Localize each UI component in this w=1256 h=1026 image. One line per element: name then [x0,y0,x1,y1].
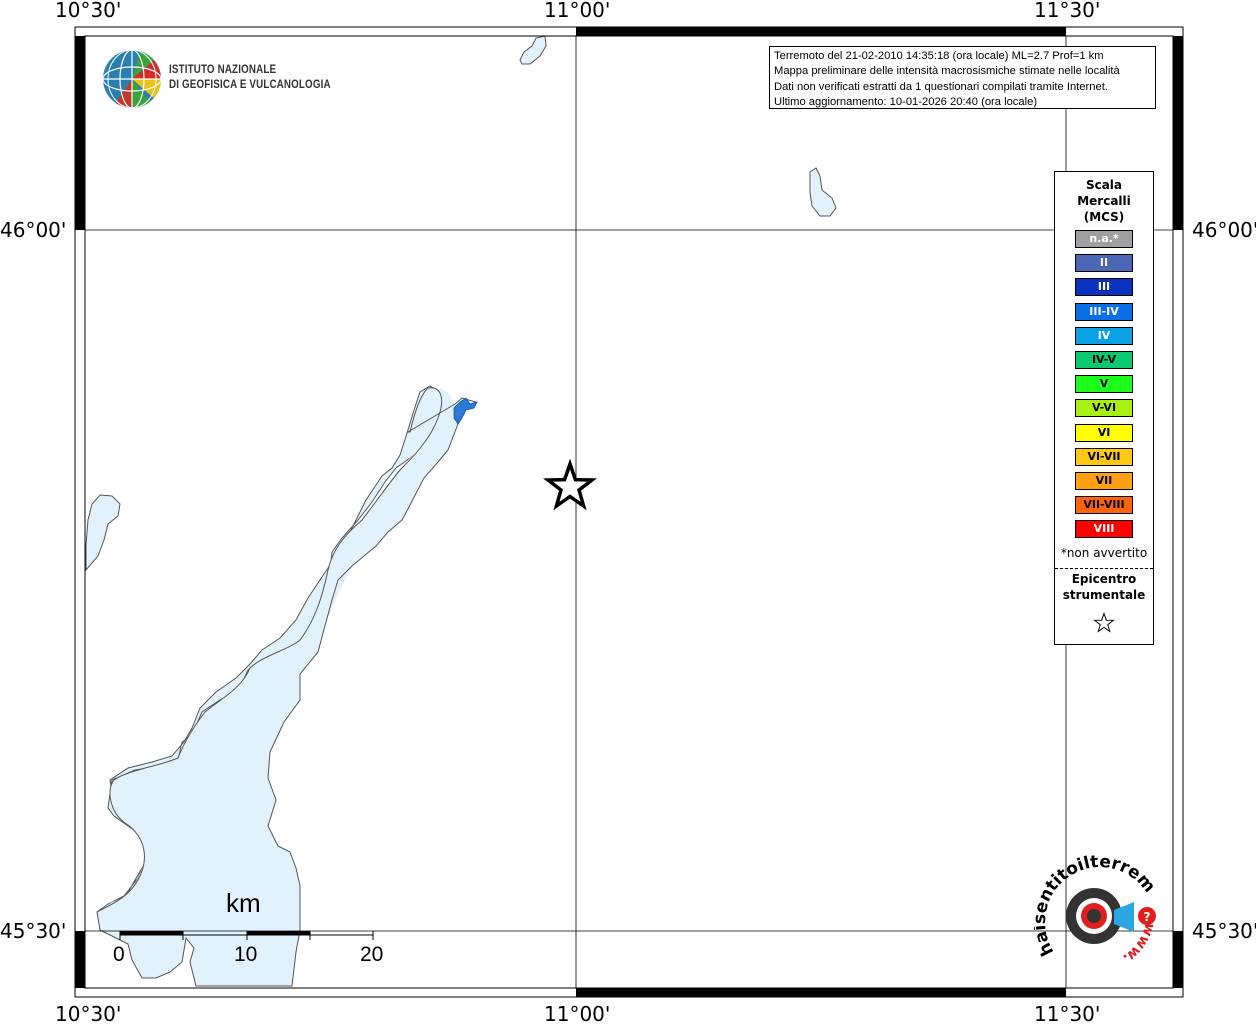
event-info-line1: Terremoto del 21-02-2010 14:35:18 (ora l… [774,50,1104,62]
event-info-line4: Ultimo aggiornamento: 10-01-2026 20:40 (… [774,96,1038,109]
legend-swatch: IV [1075,326,1133,345]
scale-label-20: 20 [360,943,384,966]
top-label-1130: 11°30' [1034,0,1101,22]
mcs-legend: Scala Mercalli (MCS) n.a.* II III III-IV IV I… [1054,171,1154,645]
haisentito-logo: ? haisentitoilterremoto.it www. [1034,852,1159,967]
legend-swatch: III [1075,278,1133,297]
right-label-4600: 46°00' [1192,218,1256,242]
lake-small-west [85,494,121,572]
scale-label-10: 10 [234,943,258,966]
legend-swatch: n.a.* [1075,230,1133,248]
legend-swatch: VII [1075,472,1133,490]
legend-divider [1055,568,1153,569]
legend-swatch: VI [1075,423,1133,442]
institute-name-line2: DI GEOFISICA E VULCANOLOGIA [169,79,331,91]
legend-swatch: VI-VII [1075,447,1133,466]
legend-swatch: II [1075,254,1133,273]
lake-garda-shore [96,387,478,987]
institute-name-line1: ISTITUTO NAZIONALE [169,64,277,76]
event-info-line3: Dati non verificati estratti da 1 questi… [774,80,1108,93]
top-label-1100: 11°00' [544,0,611,22]
lake-caldonazzo [809,167,837,217]
legend-title-mercalli: Mercalli [1077,194,1131,208]
epicenter-star-icon [543,458,597,511]
legend-swatch: IV-V [1075,351,1133,369]
event-info-box: Terremoto del 21-02-2010 14:35:18 (ora l… [769,46,1156,109]
scale-label-0: 0 [113,943,125,966]
scale-unit: km [226,888,261,918]
legend-star-icon [1093,612,1115,633]
legend-epicenter-line1: Epicentro [1071,572,1137,586]
ingv-globe-logo [103,50,161,108]
legend-swatch: III-IV [1075,302,1133,321]
left-label-4600: 46°00' [0,218,67,242]
legend-swatch: VIII [1075,520,1133,539]
bottom-label-1030: 10°30' [55,1002,122,1026]
event-info-line2: Mappa preliminare delle intensità macros… [774,65,1120,78]
legend-swatch: V [1075,375,1133,394]
legend-swatch: VII-VIII [1075,496,1133,515]
bottom-label-1100: 11°00' [544,1002,611,1026]
bottom-label-1130: 11°30' [1034,1002,1101,1026]
legend-note: *non avvertito [1060,546,1148,560]
right-label-4530: 45°30' [1192,919,1256,943]
legend-swatch: V-VI [1075,399,1133,418]
top-label-1030: 10°30' [55,0,122,22]
legend-epicenter-line2: strumentale [1062,588,1146,602]
lake-small-north [519,35,547,65]
left-label-4530: 45°30' [0,919,67,943]
legend-title-mcs: (MCS) [1083,210,1125,224]
legend-title-scala: Scala [1085,178,1123,192]
